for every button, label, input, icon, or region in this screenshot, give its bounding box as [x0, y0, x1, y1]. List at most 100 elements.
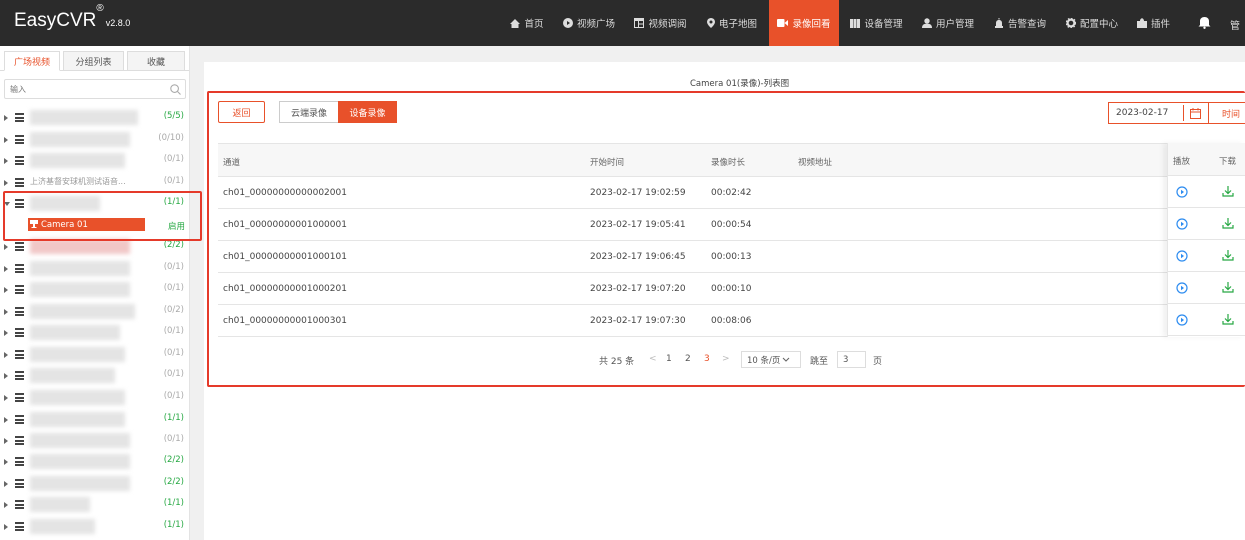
- tab-group-list[interactable]: 分组列表: [63, 51, 124, 71]
- online-count: (2/2): [163, 477, 184, 487]
- expand-caret-icon[interactable]: [4, 265, 8, 272]
- column-header-duration[interactable]: 录像时长: [711, 156, 745, 168]
- nav-item-home[interactable]: 首页: [503, 0, 551, 46]
- expand-caret-icon[interactable]: [4, 351, 8, 358]
- table-row[interactable]: ch01_00000000001000201 2023-02-17 19:07:…: [218, 273, 1245, 305]
- nav-item-recording-playback[interactable]: 录像回看: [769, 0, 839, 46]
- nav-label: 首页: [524, 19, 544, 30]
- table-row[interactable]: ch01_00000000001000301 2023-02-17 19:07:…: [218, 305, 1245, 337]
- nav-item-device-management[interactable]: 设备管理: [844, 0, 909, 46]
- expand-caret-icon[interactable]: [4, 416, 8, 423]
- expand-caret-icon[interactable]: [4, 308, 8, 315]
- tab-favorites[interactable]: 收藏: [127, 51, 185, 71]
- nav-label: 视频广场: [576, 19, 615, 30]
- app-logo[interactable]: EasyCVR®v2.8.0: [14, 3, 130, 32]
- nav-item-user-management[interactable]: 用户管理: [915, 0, 981, 46]
- pagination-prev[interactable]: <: [649, 354, 657, 364]
- play-icon[interactable]: [1176, 250, 1188, 262]
- download-icon[interactable]: [1222, 185, 1234, 197]
- page-jump-input[interactable]: 3: [837, 351, 866, 368]
- device-row[interactable]: (2/2): [0, 473, 189, 494]
- download-icon[interactable]: [1222, 249, 1234, 261]
- expand-caret-icon[interactable]: [4, 458, 8, 465]
- date-input[interactable]: [1109, 108, 1185, 118]
- search-input[interactable]: [5, 80, 155, 98]
- column-header-video-url[interactable]: 视频地址: [798, 156, 832, 168]
- play-icon[interactable]: [1176, 186, 1188, 198]
- table-row[interactable]: ch01_00000000001000101 2023-02-17 19:06:…: [218, 241, 1245, 273]
- nav-label: 录像回看: [792, 19, 831, 30]
- cloud-recording-button[interactable]: 云端录像: [279, 101, 339, 123]
- device-row[interactable]: 上济基督安球机测试语音... (0/1): [0, 172, 189, 193]
- download-icon[interactable]: [1222, 217, 1234, 229]
- device-row[interactable]: (0/1): [0, 387, 189, 408]
- pagination-page-current[interactable]: 3: [704, 354, 710, 364]
- expand-caret-icon[interactable]: [4, 501, 8, 508]
- device-row[interactable]: (0/1): [0, 365, 189, 386]
- download-icon[interactable]: [1222, 313, 1234, 325]
- play-icon[interactable]: [1176, 314, 1188, 326]
- duration-cell: 00:08:06: [711, 316, 752, 326]
- device-row[interactable]: (0/1): [0, 322, 189, 343]
- expand-caret-icon[interactable]: [4, 394, 8, 401]
- device-row[interactable]: (1/1): [0, 494, 189, 515]
- gear-icon: [1065, 18, 1076, 28]
- nav-item-video-square[interactable]: 视频广场: [557, 0, 621, 46]
- device-row[interactable]: (1/1): [0, 409, 189, 430]
- registered-mark: ®: [96, 2, 104, 14]
- device-recording-button[interactable]: 设备录像: [338, 101, 397, 123]
- expand-caret-icon[interactable]: [4, 372, 8, 379]
- device-icon: [15, 156, 24, 165]
- pagination-page[interactable]: 2: [685, 354, 691, 364]
- action-row: [1168, 240, 1245, 272]
- bell-icon[interactable]: [1198, 15, 1211, 29]
- play-icon[interactable]: [1176, 282, 1188, 294]
- device-row[interactable]: (5/5): [0, 107, 189, 128]
- nav-item-admin-cut[interactable]: 管: [1230, 17, 1240, 32]
- column-header-start-time[interactable]: 开始时间: [590, 156, 624, 168]
- device-icon: [15, 350, 24, 359]
- expand-caret-icon[interactable]: [4, 480, 8, 487]
- device-row[interactable]: (0/2): [0, 301, 189, 322]
- download-icon[interactable]: [1222, 281, 1234, 293]
- nav-item-config-center[interactable]: 配置中心: [1059, 0, 1125, 46]
- device-row[interactable]: (1/1): [0, 516, 189, 537]
- start-time-cell: 2023-02-17 19:07:20: [590, 284, 686, 294]
- expand-caret-icon[interactable]: [4, 243, 8, 250]
- expand-caret-icon[interactable]: [4, 523, 8, 530]
- column-header-channel[interactable]: 通道: [223, 156, 240, 168]
- expand-caret-icon[interactable]: [4, 157, 8, 164]
- device-row[interactable]: (0/10): [0, 129, 189, 150]
- pagination-page[interactable]: 1: [666, 354, 672, 364]
- nav-item-map[interactable]: 电子地图: [700, 0, 764, 46]
- device-row[interactable]: (0/1): [0, 430, 189, 451]
- device-icon: [15, 178, 24, 187]
- redacted-device-name: [30, 132, 130, 147]
- device-row[interactable]: (0/1): [0, 279, 189, 300]
- page-size-select[interactable]: 10 条/页: [741, 351, 801, 368]
- redacted-device-name: [30, 261, 130, 276]
- tab-square-videos[interactable]: 广场视频: [4, 51, 60, 71]
- expand-caret-icon[interactable]: [4, 437, 8, 444]
- expand-caret-icon[interactable]: [4, 179, 8, 186]
- table-row[interactable]: ch01_00000000001000001 2023-02-17 19:05:…: [218, 209, 1245, 241]
- time-view-button[interactable]: 时间: [1209, 102, 1245, 124]
- device-row[interactable]: (2/2): [0, 451, 189, 472]
- back-button[interactable]: 返回: [218, 101, 265, 123]
- expand-caret-icon[interactable]: [4, 329, 8, 336]
- pagination-next[interactable]: >: [722, 354, 730, 364]
- nav-item-plugins[interactable]: 插件: [1131, 0, 1176, 46]
- play-icon[interactable]: [1176, 218, 1188, 230]
- device-row[interactable]: (0/1): [0, 150, 189, 171]
- table-row[interactable]: ch01_00000000000002001 2023-02-17 19:02:…: [218, 177, 1245, 209]
- device-row[interactable]: (0/1): [0, 344, 189, 365]
- nav-item-alarm-query[interactable]: 告警查询: [987, 0, 1053, 46]
- search-icon[interactable]: [170, 84, 181, 95]
- expand-caret-icon[interactable]: [4, 136, 8, 143]
- expand-caret-icon[interactable]: [4, 114, 8, 121]
- calendar-icon[interactable]: [1190, 108, 1201, 119]
- expand-caret-icon[interactable]: [4, 286, 8, 293]
- nav-item-video-grid[interactable]: 视频调阅: [628, 0, 693, 46]
- action-row: [1168, 176, 1245, 208]
- device-row[interactable]: (0/1): [0, 258, 189, 279]
